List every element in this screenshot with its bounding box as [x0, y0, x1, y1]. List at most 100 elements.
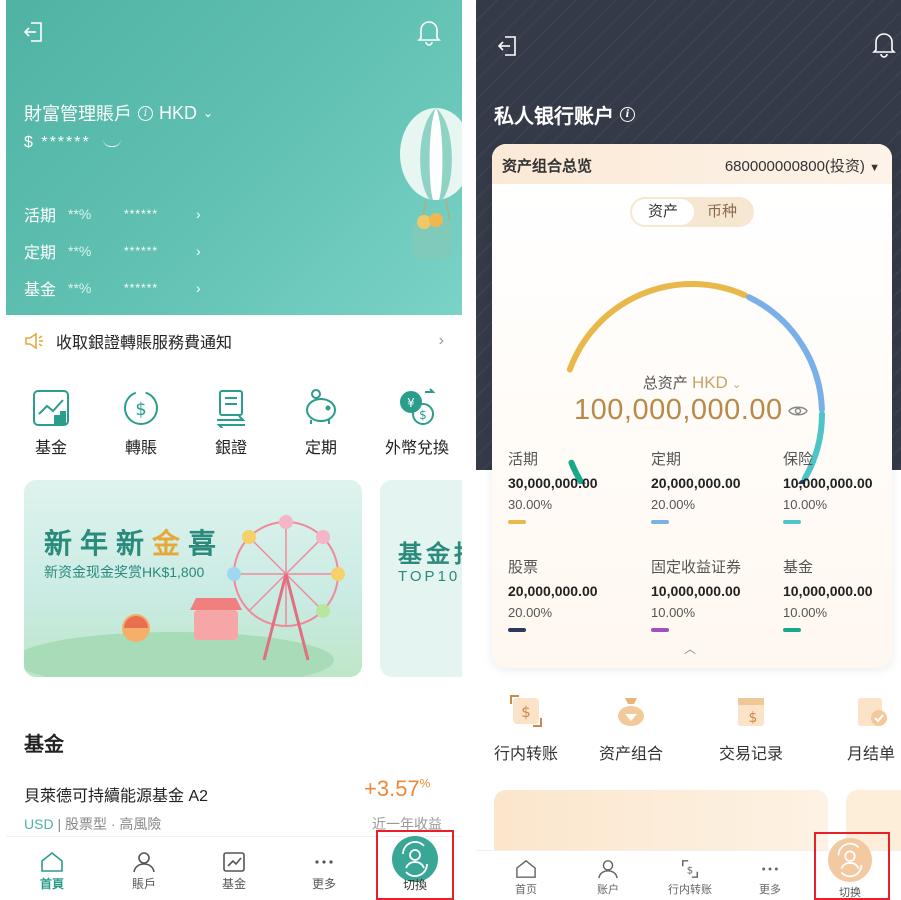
- quick-action-fixed-deposit[interactable]: 定期: [276, 388, 366, 458]
- nav-internal-transfer[interactable]: $ 行内转账: [662, 859, 718, 897]
- nav-label: 首頁: [39, 877, 64, 891]
- service-notice-bar[interactable]: 收取銀證轉賬服務費通知 ›: [6, 315, 462, 367]
- svg-text:$: $: [687, 866, 693, 877]
- asset-color-bar: [783, 520, 801, 524]
- asset-stocks[interactable]: 股票 20,000,000.00 20.00%: [508, 556, 638, 632]
- account-dropdown[interactable]: 680000000800(投资) ▼: [725, 155, 880, 176]
- collapse-caret-icon[interactable]: ︿: [684, 640, 696, 657]
- asset-funds[interactable]: 基金 10,000,000.00 10.00%: [783, 556, 892, 632]
- more-dots-icon: [315, 860, 333, 864]
- toggle-currency[interactable]: 币种: [692, 199, 752, 225]
- svg-text:$: $: [521, 703, 531, 721]
- eye-icon[interactable]: [788, 404, 808, 418]
- asset-pct: 10.00%: [651, 605, 696, 620]
- svg-text:$: $: [749, 710, 758, 726]
- quick-action-transfer[interactable]: $ 轉賬: [96, 388, 186, 458]
- nav-fund[interactable]: 基金: [206, 851, 262, 892]
- asset-value: 30,000,000.00: [508, 475, 598, 491]
- nav-account[interactable]: 賬戶: [116, 851, 172, 892]
- account-title: 財富管理賬戶: [24, 104, 132, 124]
- balance-value: $ ******: [24, 134, 91, 151]
- quick-action-fund[interactable]: 基金: [6, 388, 96, 458]
- fund-top10-banner[interactable]: 基金拍 TOP10: [380, 480, 462, 677]
- calendar-dollar-icon: $: [738, 698, 764, 726]
- quick-action-label: 定期: [304, 440, 337, 457]
- nav-home[interactable]: 首页: [498, 859, 554, 897]
- highlight-box: [376, 830, 454, 900]
- rate-row-current[interactable]: 活期 **% ****** ›: [24, 202, 201, 226]
- transfer-icon: $: [510, 695, 542, 727]
- asset-fixed-deposit[interactable]: 定期 20,000,000.00 20.00%: [651, 448, 781, 524]
- asset-color-bar: [508, 628, 526, 632]
- asset-name: 保险: [783, 451, 814, 468]
- eye-closed-icon[interactable]: [103, 139, 122, 147]
- toggle-assets[interactable]: 资产: [632, 199, 694, 225]
- asset-pct: 10.00%: [783, 497, 828, 512]
- quick-action-label: 銀證: [214, 440, 247, 457]
- quick-action-statement[interactable]: 月结单: [821, 692, 901, 764]
- bell-icon[interactable]: [871, 30, 897, 58]
- home-icon: [516, 859, 536, 878]
- nav-label: 基金: [221, 877, 246, 891]
- fund-name[interactable]: 貝萊德可持續能源基金 A2: [24, 782, 208, 806]
- info-icon[interactable]: i: [620, 107, 635, 122]
- chevron-right-icon: ›: [196, 243, 201, 259]
- balance-masked: $ ******: [24, 134, 122, 152]
- new-year-promo-banner[interactable]: 新年新金喜 新资金现金奖赏HK$1,800: [24, 480, 362, 677]
- total-label-text: 总资产: [642, 375, 688, 392]
- card-title: 资产组合总览: [502, 158, 593, 175]
- rate-name: 活期: [24, 208, 57, 225]
- nav-label: 账户: [597, 884, 619, 896]
- quick-action-bank-securities[interactable]: 銀證: [186, 388, 276, 458]
- account-selector[interactable]: 財富管理賬戶 i HKD ⌄: [24, 100, 213, 126]
- asset-name: 定期: [651, 451, 682, 468]
- nav-more[interactable]: 更多: [742, 859, 798, 897]
- asset-current[interactable]: 活期 30,000,000.00 30.00%: [508, 448, 638, 524]
- total-currency: HKD: [691, 373, 728, 392]
- exit-icon[interactable]: [496, 34, 520, 58]
- quick-action-fx[interactable]: ¥ $ 外幣兌換: [372, 388, 462, 458]
- quick-action-label: 外幣兌換: [384, 440, 449, 457]
- quick-action-label: 轉賬: [124, 440, 157, 457]
- quick-action-label: 行内转账: [493, 746, 558, 763]
- asset-name: 固定收益证券: [651, 559, 742, 576]
- rate-name: 基金: [24, 282, 57, 299]
- nav-account[interactable]: 账户: [580, 859, 636, 897]
- quick-actions: $ 行内转账 资产组合 $ 交易记录 月结单: [476, 692, 901, 772]
- megaphone-icon: [25, 332, 43, 350]
- asset-insurance[interactable]: 保险 10,000,000.00 10.00%: [783, 448, 892, 524]
- view-toggle: 资产 币种: [630, 197, 754, 227]
- asset-pct: 20.00%: [651, 497, 696, 512]
- rate-row-fund[interactable]: 基金 **% ****** ›: [24, 276, 201, 300]
- quick-action-label: 月结单: [846, 746, 895, 763]
- nav-label: 行内转账: [668, 884, 712, 896]
- info-icon[interactable]: i: [138, 105, 153, 121]
- ferris-wheel-illustration: [24, 515, 345, 677]
- currency-selector[interactable]: HKD: [159, 103, 197, 124]
- quick-action-portfolio[interactable]: 资产组合: [581, 692, 681, 764]
- chevron-down-icon: ⌄: [203, 106, 214, 120]
- asset-fixed-income[interactable]: 固定收益证券 10,000,000.00 10.00%: [651, 556, 781, 632]
- fund-meta: USD | 股票型 · 高風險: [24, 814, 161, 834]
- quick-action-transactions[interactable]: $ 交易记录: [701, 692, 801, 764]
- nav-more[interactable]: 更多: [296, 851, 352, 892]
- private-banking-app-screen: 私人银行账户 i 资产组合总览 680000000800(投资) ▼ 资产 币种…: [476, 0, 901, 900]
- asset-color-bar: [783, 628, 801, 632]
- nav-home[interactable]: 首頁: [24, 851, 80, 892]
- card-body: 资产 币种 总资产 HKD ⌄ 100,000,000.00 活期 30,000…: [492, 184, 892, 668]
- bell-icon[interactable]: [416, 18, 442, 46]
- svg-text:$: $: [419, 408, 427, 422]
- rate-amount: ******: [124, 281, 159, 295]
- page-title: 私人银行账户 i: [494, 100, 635, 129]
- total-assets-label[interactable]: 总资产 HKD ⌄: [492, 372, 892, 393]
- quick-action-internal-transfer[interactable]: $ 行内转账: [476, 692, 576, 764]
- notice-text: 收取銀證轉賬服務費通知: [56, 335, 233, 352]
- rate-row-fixed[interactable]: 定期 **% ****** ›: [24, 239, 201, 263]
- quick-actions: 基金 $ 轉賬 銀證 定期 ¥ $ 外幣兌換: [6, 388, 462, 468]
- nav-label: 更多: [759, 884, 781, 896]
- exit-icon[interactable]: [22, 20, 46, 44]
- money-bag-icon: [618, 698, 644, 726]
- hk-wealth-app-screen: 財富管理賬戶 i HKD ⌄ $ ****** 活期 **% ****** › …: [6, 0, 462, 900]
- banner-subtitle: TOP10: [398, 568, 461, 585]
- asset-color-bar: [651, 520, 669, 524]
